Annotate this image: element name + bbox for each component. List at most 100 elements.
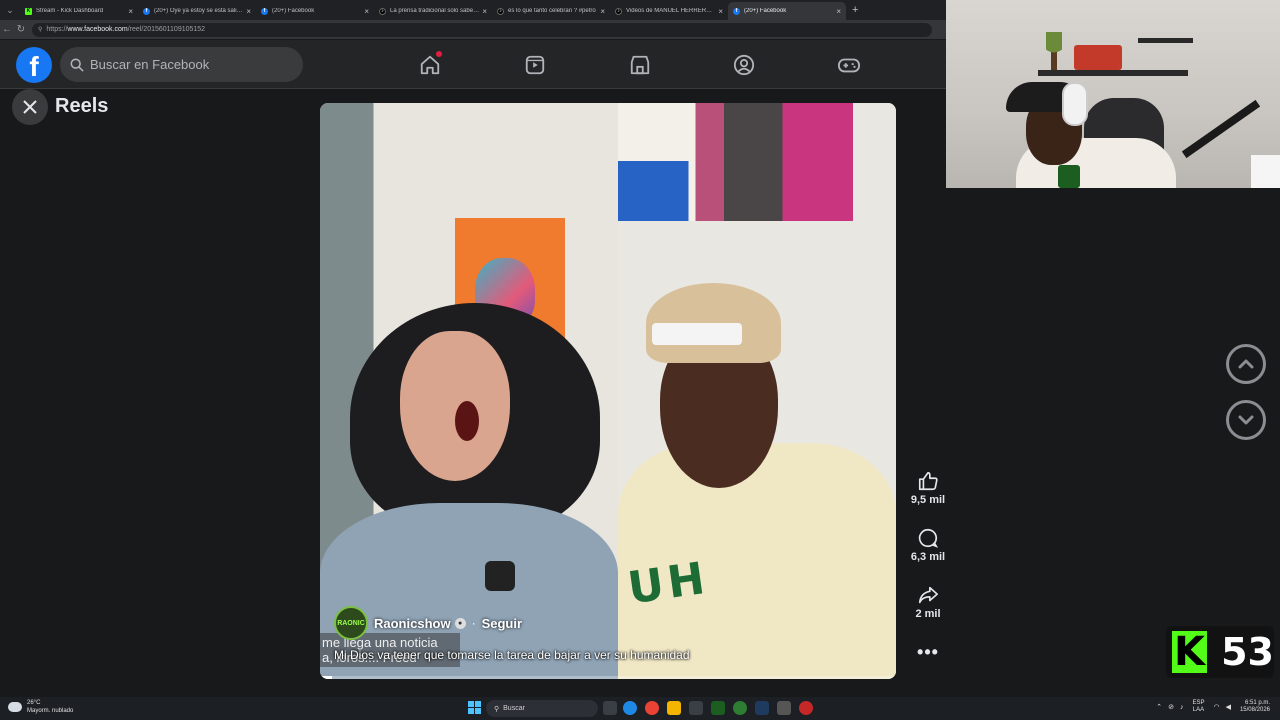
streamer-webcam xyxy=(946,0,1280,188)
app-icon[interactable] xyxy=(711,701,725,715)
new-tab-button[interactable]: + xyxy=(852,4,858,16)
close-icon xyxy=(23,100,37,114)
browser-tab[interactable]: f (20+) Facebook × xyxy=(728,2,846,20)
clock-time: 6:51 p.m. xyxy=(1244,700,1270,706)
edge-icon[interactable] xyxy=(623,701,637,715)
browser-tab[interactable]: ♪ La prensa tradicional solo sabe bu × xyxy=(374,2,492,20)
like-button[interactable]: 9,5 mil xyxy=(903,470,953,506)
viewer-count: 53 xyxy=(1221,630,1274,674)
chevron-up-tray-icon[interactable]: ⌃ xyxy=(1156,703,1162,711)
reel-video-player[interactable]: UH me llega una noticia a, loros.... Fre… xyxy=(320,103,896,679)
search-icon xyxy=(70,58,84,72)
webcam-plant xyxy=(1046,32,1062,70)
weather-desc: Mayorm. nublado xyxy=(27,708,74,714)
video-progress-bar[interactable] xyxy=(320,676,896,679)
mic-icon[interactable]: ♪ xyxy=(1180,704,1184,711)
task-view-icon[interactable] xyxy=(603,701,617,715)
windows-start-icon[interactable] xyxy=(468,701,481,714)
like-count: 9,5 mil xyxy=(910,494,946,506)
obs-icon[interactable] xyxy=(777,701,791,715)
webcam-radio xyxy=(1074,45,1122,70)
marketplace-icon xyxy=(630,55,650,75)
language-indicator[interactable]: ESP LAA xyxy=(1192,700,1204,714)
comment-count: 6,3 mil xyxy=(910,551,946,563)
nav-video-button[interactable] xyxy=(520,50,550,80)
follow-button[interactable]: Seguir xyxy=(482,616,522,631)
comment-icon xyxy=(918,528,939,548)
separator-dot: · xyxy=(471,616,476,630)
keyboard-layout: LAA xyxy=(1192,707,1205,713)
chrome-alt-icon[interactable] xyxy=(799,701,813,715)
lock-icon: ⚲ xyxy=(38,27,43,33)
share-button[interactable]: 2 mil xyxy=(903,584,953,620)
microphone xyxy=(485,561,515,591)
clock-date: 15/08/2026 xyxy=(1239,707,1270,713)
browser-tab[interactable]: f (20+) Oye ya estoy se está saliendo × xyxy=(138,2,256,20)
video-right-pane: UH xyxy=(618,103,896,679)
avatar[interactable]: RAONIC xyxy=(334,606,368,640)
close-reels-button[interactable] xyxy=(12,89,48,125)
page-title: Reels xyxy=(55,95,109,117)
browser-tab-title: La prensa tradicional solo sabe bu xyxy=(390,8,480,14)
facebook-search-input[interactable] xyxy=(90,57,290,72)
browser-tab-title: (20+) Facebook xyxy=(744,8,787,14)
nav-marketplace-button[interactable] xyxy=(625,50,655,80)
network-icon[interactable]: ⊘ xyxy=(1168,703,1174,711)
xbox-icon[interactable] xyxy=(733,701,747,715)
steam-icon[interactable] xyxy=(755,701,769,715)
nav-groups-button[interactable] xyxy=(729,50,759,80)
browser-tab-title: Videos de MANUEL HERRERA (@m xyxy=(626,8,716,14)
nav-gaming-button[interactable] xyxy=(834,50,864,80)
taskbar-search-label: Buscar xyxy=(503,705,525,712)
browser-tab[interactable]: K Stream - Kick Dashboard × xyxy=(20,2,138,20)
close-tab-icon[interactable]: × xyxy=(128,7,133,16)
facebook-logo[interactable]: f xyxy=(16,47,52,83)
taskbar-search[interactable]: ⚲ Buscar xyxy=(486,700,598,717)
video-left-pane xyxy=(320,103,618,679)
browser-tab-title: es lo que tanto celebran ? #petro xyxy=(508,8,596,14)
url-field[interactable]: ⚲ https://www.facebook.com/reel/20156011… xyxy=(32,22,932,37)
system-tray: ⌃ ⊘ ♪ ESP LAA ◠ ◀ 6:51 p.m. 15/08/2026 xyxy=(1153,700,1270,714)
wall-painting-blue xyxy=(618,161,853,221)
close-tab-icon[interactable]: × xyxy=(718,7,723,16)
close-tab-icon[interactable]: × xyxy=(836,7,841,16)
tiktok-favicon-icon: ♪ xyxy=(379,7,386,15)
close-tab-icon[interactable]: × xyxy=(482,7,487,16)
weather-widget[interactable]: 26°C Mayorm. nublado xyxy=(8,699,73,715)
home-icon xyxy=(420,55,440,75)
close-tab-icon[interactable]: × xyxy=(364,7,369,16)
comment-button[interactable]: 6,3 mil xyxy=(903,527,953,563)
taskbar-search-icon: ⚲ xyxy=(494,705,500,713)
nav-home-button[interactable] xyxy=(415,50,445,80)
facebook-header: f xyxy=(0,40,946,89)
close-tab-icon[interactable]: × xyxy=(246,7,251,16)
file-explorer-icon[interactable] xyxy=(667,701,681,715)
clock[interactable]: 6:51 p.m. 15/08/2026 xyxy=(1240,700,1270,714)
chrome-icon[interactable] xyxy=(645,701,659,715)
browser-tab[interactable]: f (20+) Facebook × xyxy=(256,2,374,20)
cloud-icon xyxy=(8,702,22,712)
close-tab-icon[interactable]: × xyxy=(600,7,605,16)
wifi-icon[interactable]: ◠ xyxy=(1213,703,1219,711)
volume-icon[interactable]: ◀ xyxy=(1226,703,1231,711)
windows-taskbar: 26°C Mayorm. nublado ⚲ Buscar ⌃ ⊘ ♪ ESP … xyxy=(0,697,1280,720)
kick-favicon-icon: K xyxy=(25,7,32,15)
previous-reel-button[interactable] xyxy=(1226,344,1266,384)
url-path: /reel/2015601109105152 xyxy=(127,26,206,33)
back-arrow-icon[interactable]: ← xyxy=(0,24,14,35)
browser-tab-title: Stream - Kick Dashboard xyxy=(36,8,104,14)
webcam-monitor xyxy=(1251,155,1280,188)
facebook-search-box[interactable] xyxy=(60,47,303,82)
facebook-favicon-icon: f xyxy=(733,7,740,15)
store-icon[interactable] xyxy=(689,701,703,715)
next-reel-button[interactable] xyxy=(1226,400,1266,440)
groups-icon xyxy=(733,54,755,76)
browser-tab-title: (20+) Facebook xyxy=(272,8,315,14)
reload-icon[interactable]: ↻ xyxy=(14,24,28,35)
browser-tab[interactable]: ♪ es lo que tanto celebran ? #petro × xyxy=(492,2,610,20)
more-options-button[interactable]: ••• xyxy=(917,642,939,663)
browser-tab[interactable]: ♪ Videos de MANUEL HERRERA (@m × xyxy=(610,2,728,20)
author-name[interactable]: Raonicshow xyxy=(374,616,451,631)
tab-search-icon[interactable]: ⌄ xyxy=(0,0,20,20)
share-icon xyxy=(918,586,938,604)
